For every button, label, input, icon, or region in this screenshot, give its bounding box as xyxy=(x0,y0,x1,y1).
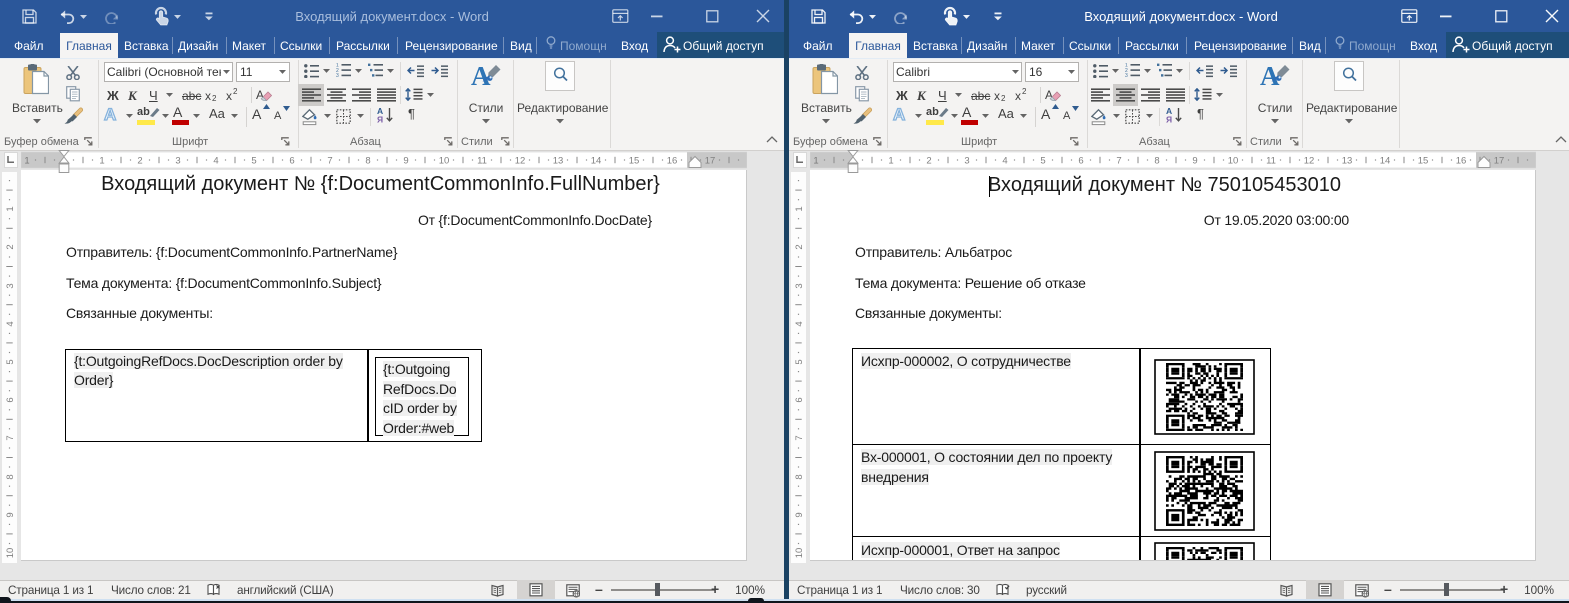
svg-text:17: 17 xyxy=(1494,156,1505,167)
svg-text:1: 1 xyxy=(99,156,104,167)
svg-text:4: 4 xyxy=(794,321,805,326)
svg-text:10: 10 xyxy=(1228,156,1239,167)
svg-text:6: 6 xyxy=(5,397,16,402)
svg-text:1: 1 xyxy=(5,206,16,211)
svg-text:Я: Я xyxy=(1166,115,1172,125)
svg-text:2: 2 xyxy=(926,156,931,167)
svg-text:7: 7 xyxy=(794,435,805,440)
svg-text:14: 14 xyxy=(1380,156,1391,167)
svg-text:6: 6 xyxy=(289,156,294,167)
svg-text:10: 10 xyxy=(439,156,450,167)
svg-text:7: 7 xyxy=(327,156,332,167)
svg-text:5: 5 xyxy=(1040,156,1045,167)
svg-text:3: 3 xyxy=(5,283,16,288)
svg-text:1: 1 xyxy=(24,156,29,167)
svg-text:16: 16 xyxy=(667,156,678,167)
svg-text:15: 15 xyxy=(629,156,640,167)
svg-text:4: 4 xyxy=(1002,156,1007,167)
svg-text:1: 1 xyxy=(813,156,818,167)
svg-text:3: 3 xyxy=(175,156,180,167)
svg-text:Я: Я xyxy=(377,115,383,125)
svg-text:9: 9 xyxy=(5,512,16,517)
svg-text:5: 5 xyxy=(794,359,805,364)
svg-text:5: 5 xyxy=(251,156,256,167)
svg-text:3: 3 xyxy=(794,283,805,288)
svg-text:8: 8 xyxy=(794,474,805,479)
svg-text:6: 6 xyxy=(1078,156,1083,167)
svg-text:10: 10 xyxy=(5,548,16,559)
svg-text:8: 8 xyxy=(5,474,16,479)
svg-text:9: 9 xyxy=(403,156,408,167)
svg-text:11: 11 xyxy=(1266,156,1276,167)
svg-text:7: 7 xyxy=(5,435,16,440)
svg-text:1: 1 xyxy=(888,156,893,167)
svg-text:7: 7 xyxy=(1116,156,1121,167)
svg-text:5: 5 xyxy=(5,359,16,364)
svg-text:8: 8 xyxy=(365,156,370,167)
svg-text:6: 6 xyxy=(794,397,805,402)
svg-text:1: 1 xyxy=(794,206,805,211)
svg-text:2: 2 xyxy=(5,244,16,249)
svg-text:8: 8 xyxy=(1154,156,1159,167)
svg-text:9: 9 xyxy=(1192,156,1197,167)
svg-text:10: 10 xyxy=(794,548,805,559)
svg-text:12: 12 xyxy=(515,156,526,167)
svg-text:14: 14 xyxy=(591,156,602,167)
svg-text:11: 11 xyxy=(477,156,487,167)
svg-text:13: 13 xyxy=(1342,156,1353,167)
svg-text:3: 3 xyxy=(964,156,969,167)
svg-text:15: 15 xyxy=(1418,156,1429,167)
svg-text:16: 16 xyxy=(1456,156,1467,167)
svg-text:3: 3 xyxy=(1125,73,1128,78)
svg-text:13: 13 xyxy=(553,156,564,167)
svg-text:3: 3 xyxy=(336,73,339,78)
svg-text:2: 2 xyxy=(794,244,805,249)
svg-text:12: 12 xyxy=(1304,156,1315,167)
svg-text:2: 2 xyxy=(137,156,142,167)
svg-text:17: 17 xyxy=(705,156,716,167)
svg-text:4: 4 xyxy=(213,156,218,167)
svg-text:4: 4 xyxy=(5,321,16,326)
svg-text:9: 9 xyxy=(794,512,805,517)
